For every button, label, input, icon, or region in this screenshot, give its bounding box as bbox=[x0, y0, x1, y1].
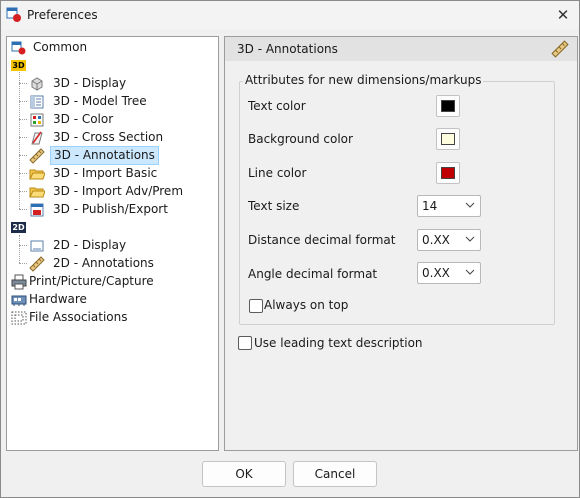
color-palette-icon bbox=[30, 113, 44, 127]
file-associations-icon bbox=[11, 311, 27, 325]
cross-section-icon bbox=[31, 131, 43, 145]
tree-item-label: File Associations bbox=[29, 310, 128, 324]
attributes-group-title: Attributes for new dimensions/markups bbox=[243, 73, 484, 87]
text-color-swatch bbox=[441, 100, 455, 112]
distance-format-label: Distance decimal format bbox=[248, 233, 396, 247]
leading-text-checkbox[interactable] bbox=[238, 336, 252, 350]
cancel-button[interactable]: Cancel bbox=[293, 461, 377, 487]
publish-icon bbox=[30, 203, 44, 217]
preferences-icon bbox=[6, 7, 21, 22]
text-size-label: Text size bbox=[248, 199, 300, 213]
preferences-tree[interactable]: Common 3D 3D - Display 3D - Model Tree 3… bbox=[6, 36, 219, 451]
model-tree-icon bbox=[30, 95, 44, 109]
angle-format-select[interactable]: 0.XX bbox=[417, 262, 481, 284]
background-color-button[interactable] bbox=[436, 128, 460, 150]
badge-3d-icon: 3D bbox=[11, 60, 26, 71]
tree-item-label: 3D - Display bbox=[53, 76, 127, 90]
tree-item-label: 3D - Color bbox=[53, 112, 114, 126]
cube-icon bbox=[31, 77, 43, 91]
always-on-top-label: Always on top bbox=[264, 298, 349, 312]
chevron-down-icon bbox=[465, 202, 475, 208]
folder-open-icon bbox=[29, 187, 45, 198]
ok-button[interactable]: OK bbox=[202, 461, 286, 487]
line-color-label: Line color bbox=[248, 166, 307, 180]
ruler-icon bbox=[29, 256, 45, 272]
chevron-down-icon bbox=[465, 236, 475, 242]
angle-format-value: 0.XX bbox=[422, 266, 450, 280]
distance-format-value: 0.XX bbox=[422, 233, 450, 247]
tree-item-label: 2D - Annotations bbox=[53, 256, 154, 270]
tree-item-label: Common bbox=[33, 40, 88, 54]
settings-panel: 3D - Annotations Attributes for new dime… bbox=[224, 36, 578, 451]
tree-item-label: 2D - Display bbox=[53, 238, 127, 252]
printer-icon bbox=[11, 274, 27, 290]
preferences-dialog: Preferences ✕ Common 3D 3D - Display 3D … bbox=[0, 0, 580, 498]
ruler-icon bbox=[29, 148, 45, 164]
tree-item-label: 3D - Publish/Export bbox=[53, 202, 168, 216]
text-color-label: Text color bbox=[248, 99, 306, 113]
close-icon[interactable]: ✕ bbox=[553, 5, 573, 25]
ruler-icon bbox=[551, 40, 569, 58]
background-color-swatch bbox=[441, 133, 455, 145]
text-size-select[interactable]: 14 bbox=[417, 195, 481, 217]
tree-item-label: Hardware bbox=[29, 292, 87, 306]
chevron-down-icon bbox=[465, 269, 475, 275]
window-title: Preferences bbox=[27, 8, 98, 22]
common-settings-icon bbox=[11, 41, 26, 55]
line-color-swatch bbox=[441, 167, 455, 179]
hardware-icon bbox=[11, 295, 27, 306]
badge-2d-icon: 2D bbox=[11, 222, 26, 233]
line-color-button[interactable] bbox=[436, 162, 460, 184]
tree-item-label: 3D - Import Basic bbox=[53, 166, 158, 180]
text-color-button[interactable] bbox=[436, 95, 460, 117]
panel-title: 3D - Annotations bbox=[237, 42, 338, 56]
distance-format-select[interactable]: 0.XX bbox=[417, 229, 481, 251]
panel-header: 3D - Annotations bbox=[225, 37, 577, 61]
display-2d-icon bbox=[30, 240, 44, 252]
always-on-top-checkbox[interactable] bbox=[249, 299, 263, 313]
leading-text-label: Use leading text description bbox=[254, 336, 423, 350]
tree-item-label: Print/Picture/Capture bbox=[29, 274, 154, 288]
tree-item-label: 3D - Import Adv/Prem bbox=[53, 184, 184, 198]
title-bar: Preferences ✕ bbox=[1, 1, 579, 30]
text-size-value: 14 bbox=[422, 199, 438, 213]
angle-format-label: Angle decimal format bbox=[248, 267, 378, 281]
tree-item-label: 3D - Cross Section bbox=[53, 130, 164, 144]
tree-item-label: 3D - Model Tree bbox=[53, 94, 147, 108]
folder-open-icon bbox=[29, 169, 45, 180]
background-color-label: Background color bbox=[248, 132, 353, 146]
tree-item-label: 3D - Annotations bbox=[50, 146, 159, 165]
